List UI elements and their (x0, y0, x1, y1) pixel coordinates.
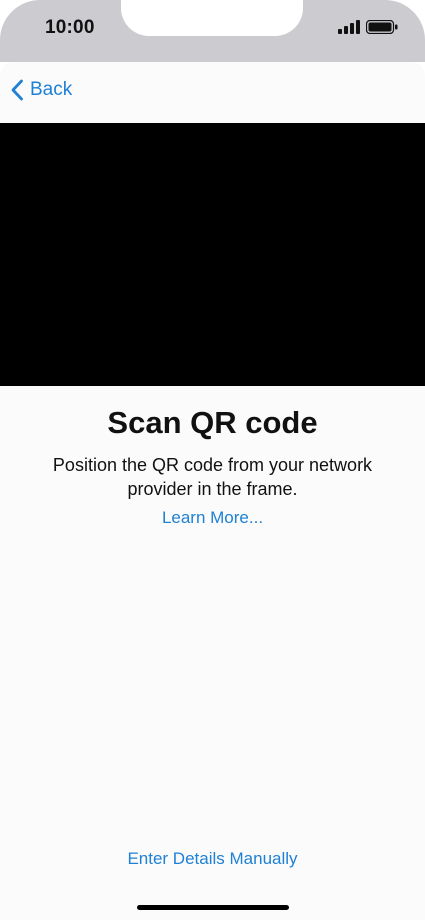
battery-icon (366, 20, 398, 34)
instruction-text: Position the QR code from your network p… (52, 455, 373, 499)
camera-viewfinder (0, 123, 425, 386)
learn-more-link[interactable]: Learn More... (0, 508, 425, 528)
navigation-bar: Back (0, 62, 425, 122)
notch (121, 0, 303, 36)
chevron-left-icon (11, 79, 23, 101)
home-indicator[interactable] (137, 905, 289, 910)
status-time: 10:00 (45, 17, 95, 38)
status-bar: 10:00 (0, 0, 425, 62)
enter-details-manually-button[interactable]: Enter Details Manually (0, 849, 425, 869)
back-label: Back (30, 79, 73, 100)
back-button[interactable]: Back (10, 79, 72, 101)
cellular-signal-icon (338, 20, 360, 34)
page-title: Scan QR code (107, 405, 318, 440)
scan-sheet: Back Scan QR code Position the QR code f… (0, 62, 425, 920)
phone-screen: 10:00 Back Scan QR code Position the QR … (0, 0, 425, 920)
